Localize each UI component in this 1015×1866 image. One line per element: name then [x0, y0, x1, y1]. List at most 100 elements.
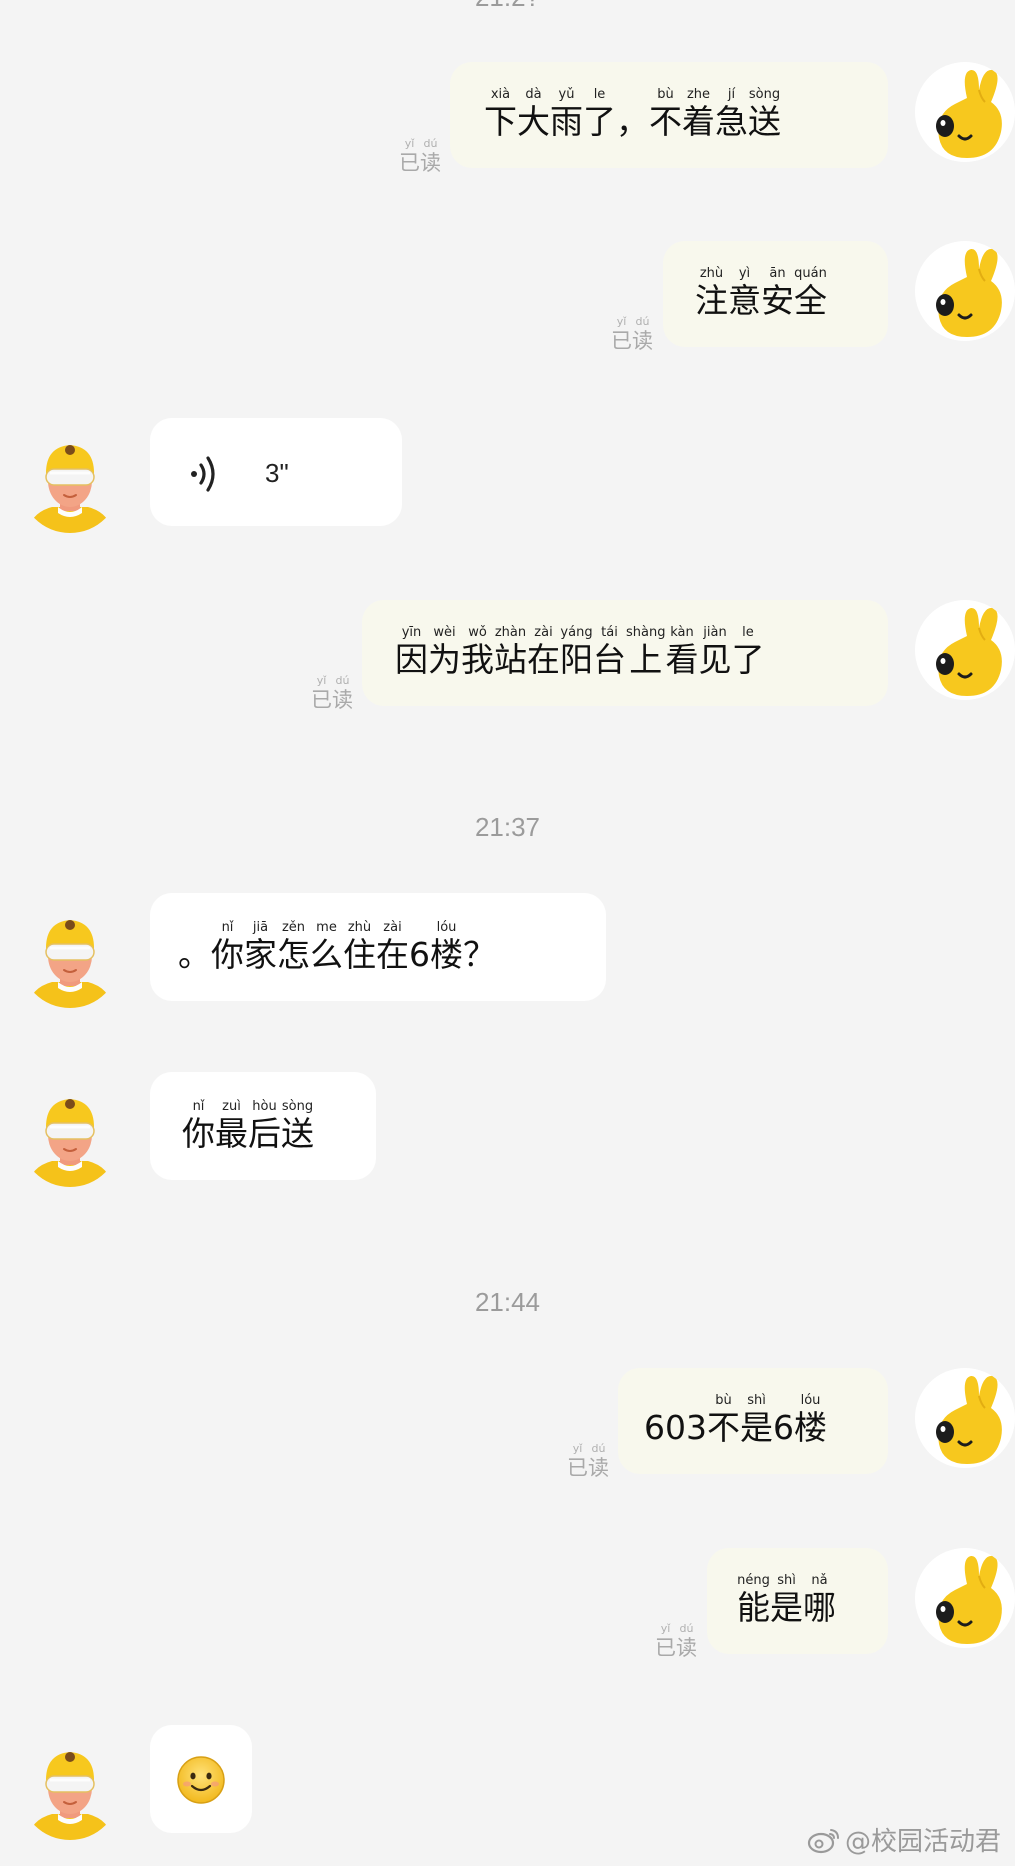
delivery-rider-avatar-icon[interactable] — [20, 908, 120, 1008]
yellow-hand-avatar-icon[interactable] — [915, 241, 1015, 341]
pinyin: yǐ — [316, 674, 327, 687]
char-with-pinyin: dà 大 — [517, 88, 550, 142]
char-with-pinyin: le 了 — [731, 626, 764, 680]
message-text: xià 下 dà 大 yǔ 雨 le 了， bù 不 zhe 着 jí 急 sòng 送 — [484, 88, 781, 142]
watermark: @校园活动君 — [807, 1821, 1001, 1858]
pinyin: shàng — [626, 625, 666, 640]
char-with-pinyin: dú 读 — [588, 1443, 609, 1481]
character: 了 — [731, 640, 765, 679]
message-bubble-outgoing[interactable]: 603 bù 不 shì 是 6 lóu 楼 — [618, 1368, 888, 1474]
character: 。 — [178, 935, 211, 974]
char-with-pinyin: shì 是 — [740, 1394, 773, 1448]
delivery-rider-avatar-icon[interactable] — [20, 1087, 120, 1187]
character: 最 — [215, 1114, 248, 1153]
pinyin: yǐ — [404, 137, 415, 150]
char-with-pinyin: 6 — [409, 921, 430, 975]
message-text: yǐ 已 dú 读 — [567, 1443, 609, 1481]
message-bubble-outgoing[interactable]: xià 下 dà 大 yǔ 雨 le 了， bù 不 zhe 着 jí 急 sòng 送 — [450, 62, 888, 168]
pinyin: jiàn — [703, 625, 727, 640]
char-with-pinyin: zài 在 — [527, 626, 560, 680]
pinyin: zài — [534, 625, 553, 640]
char-with-pinyin: shì 是 — [770, 1574, 803, 1628]
char-with-pinyin: lóu 楼 — [430, 921, 463, 975]
character: 不 — [649, 102, 682, 141]
message-text: néng 能 shì 是 nǎ 哪 — [737, 1574, 836, 1628]
message-bubble-incoming[interactable]: nǐ 你 zuì 最 hòu 后 sòng 送 — [150, 1072, 376, 1180]
pinyin: quán — [794, 266, 827, 281]
pinyin: néng — [737, 1573, 770, 1588]
message-text: 603 bù 不 shì 是 6 lóu 楼 — [644, 1394, 827, 1448]
character: 楼 — [430, 935, 463, 974]
char-with-pinyin: 6 — [773, 1394, 794, 1448]
yellow-hand-avatar-icon[interactable] — [915, 1548, 1015, 1648]
character: 下 — [484, 102, 517, 141]
weibo-logo-icon — [807, 1828, 839, 1853]
character: 急 — [715, 102, 748, 141]
pinyin: wǒ — [468, 625, 487, 640]
char-with-pinyin: 。 — [178, 921, 211, 975]
char-with-pinyin: yǐ 已 — [655, 1623, 676, 1661]
pinyin: bù — [715, 1393, 732, 1408]
character: 读 — [420, 151, 441, 175]
pinyin: zhù — [699, 266, 724, 281]
yellow-hand-avatar-icon[interactable] — [915, 1368, 1015, 1468]
character: 大 — [517, 102, 550, 141]
pinyin: zhe — [686, 87, 711, 102]
message-text: zhù 注 yì 意 ān 安 quán 全 — [695, 267, 827, 321]
pinyin: nǐ — [221, 920, 234, 935]
message-bubble-incoming[interactable]: 。 nǐ 你 jiā 家 zěn 怎 me 么 zhù 住 zài 在 6 lóu 楼？ — [150, 893, 606, 1001]
pinyin: shì — [777, 1573, 796, 1588]
read-receipt: yǐ 已 dú 读 — [611, 316, 653, 354]
pinyin: yǐ — [572, 1442, 583, 1455]
pinyin: hòu — [252, 1099, 277, 1114]
char-with-pinyin: yīn 因 — [395, 626, 428, 680]
timestamp: 21:37 — [474, 812, 541, 842]
pinyin: nǎ — [811, 1573, 828, 1588]
char-with-pinyin: bù 不 — [707, 1394, 740, 1448]
message-bubble-outgoing[interactable]: zhù 注 yì 意 ān 安 quán 全 — [663, 241, 888, 347]
character: 站 — [494, 640, 527, 679]
char-with-pinyin: zài 在 — [376, 921, 409, 975]
char-with-pinyin: zhù 注 — [695, 267, 728, 321]
yellow-hand-avatar-icon[interactable] — [915, 600, 1015, 700]
pinyin: wèi — [433, 625, 456, 640]
char-with-pinyin: nǐ 你 — [182, 1100, 215, 1154]
char-with-pinyin: sòng 送 — [281, 1100, 314, 1154]
character: 家 — [244, 935, 277, 974]
char-with-pinyin: wǒ 我 — [461, 626, 494, 680]
message-text: yǐ 已 dú 读 — [611, 316, 653, 354]
pinyin: me — [316, 920, 337, 935]
voice-message-bubble[interactable]: 3" — [150, 418, 402, 526]
char-with-pinyin: zhàn 站 — [494, 626, 527, 680]
delivery-rider-avatar-icon[interactable] — [20, 433, 120, 533]
character: 读 — [676, 1636, 697, 1660]
char-with-pinyin: hòu 后 — [248, 1100, 281, 1154]
message-bubble-outgoing[interactable]: yīn 因 wèi 为 wǒ 我 zhàn 站 zài 在 yáng 阳 tái 台 shàng 上 kàn 看 j… — [362, 600, 888, 706]
pinyin: dú — [591, 1442, 606, 1455]
pinyin: yì — [738, 266, 751, 281]
character: 送 — [281, 1114, 314, 1153]
character: 安 — [761, 281, 794, 320]
char-with-pinyin: yáng 阳 — [560, 626, 593, 680]
character: 意 — [728, 281, 761, 320]
char-with-pinyin: yǐ 已 — [399, 138, 420, 176]
emoji-message-bubble[interactable] — [150, 1725, 252, 1833]
char-with-pinyin: zhe 着 — [682, 88, 715, 142]
character: 603 — [644, 1408, 707, 1447]
message-bubble-outgoing[interactable]: néng 能 shì 是 nǎ 哪 — [707, 1548, 888, 1654]
read-receipt: yǐ 已 dú 读 — [567, 1443, 609, 1481]
character: 哪 — [803, 1588, 836, 1627]
char-with-pinyin: nǎ 哪 — [803, 1574, 836, 1628]
char-with-pinyin: me 么 — [310, 921, 343, 975]
character: 了 — [583, 102, 616, 141]
char-with-pinyin: shàng 上 — [626, 626, 665, 680]
character: 已 — [611, 329, 632, 353]
pinyin: yǐ — [660, 1622, 671, 1635]
char-with-pinyin: zuì 最 — [215, 1100, 248, 1154]
char-with-pinyin: ān 安 — [761, 267, 794, 321]
char-with-pinyin: yǐ 已 — [311, 675, 332, 713]
yellow-hand-avatar-icon[interactable] — [915, 62, 1015, 162]
delivery-rider-avatar-icon[interactable] — [20, 1740, 120, 1840]
char-with-pinyin: yì 意 — [728, 267, 761, 321]
character: 怎 — [277, 935, 310, 974]
